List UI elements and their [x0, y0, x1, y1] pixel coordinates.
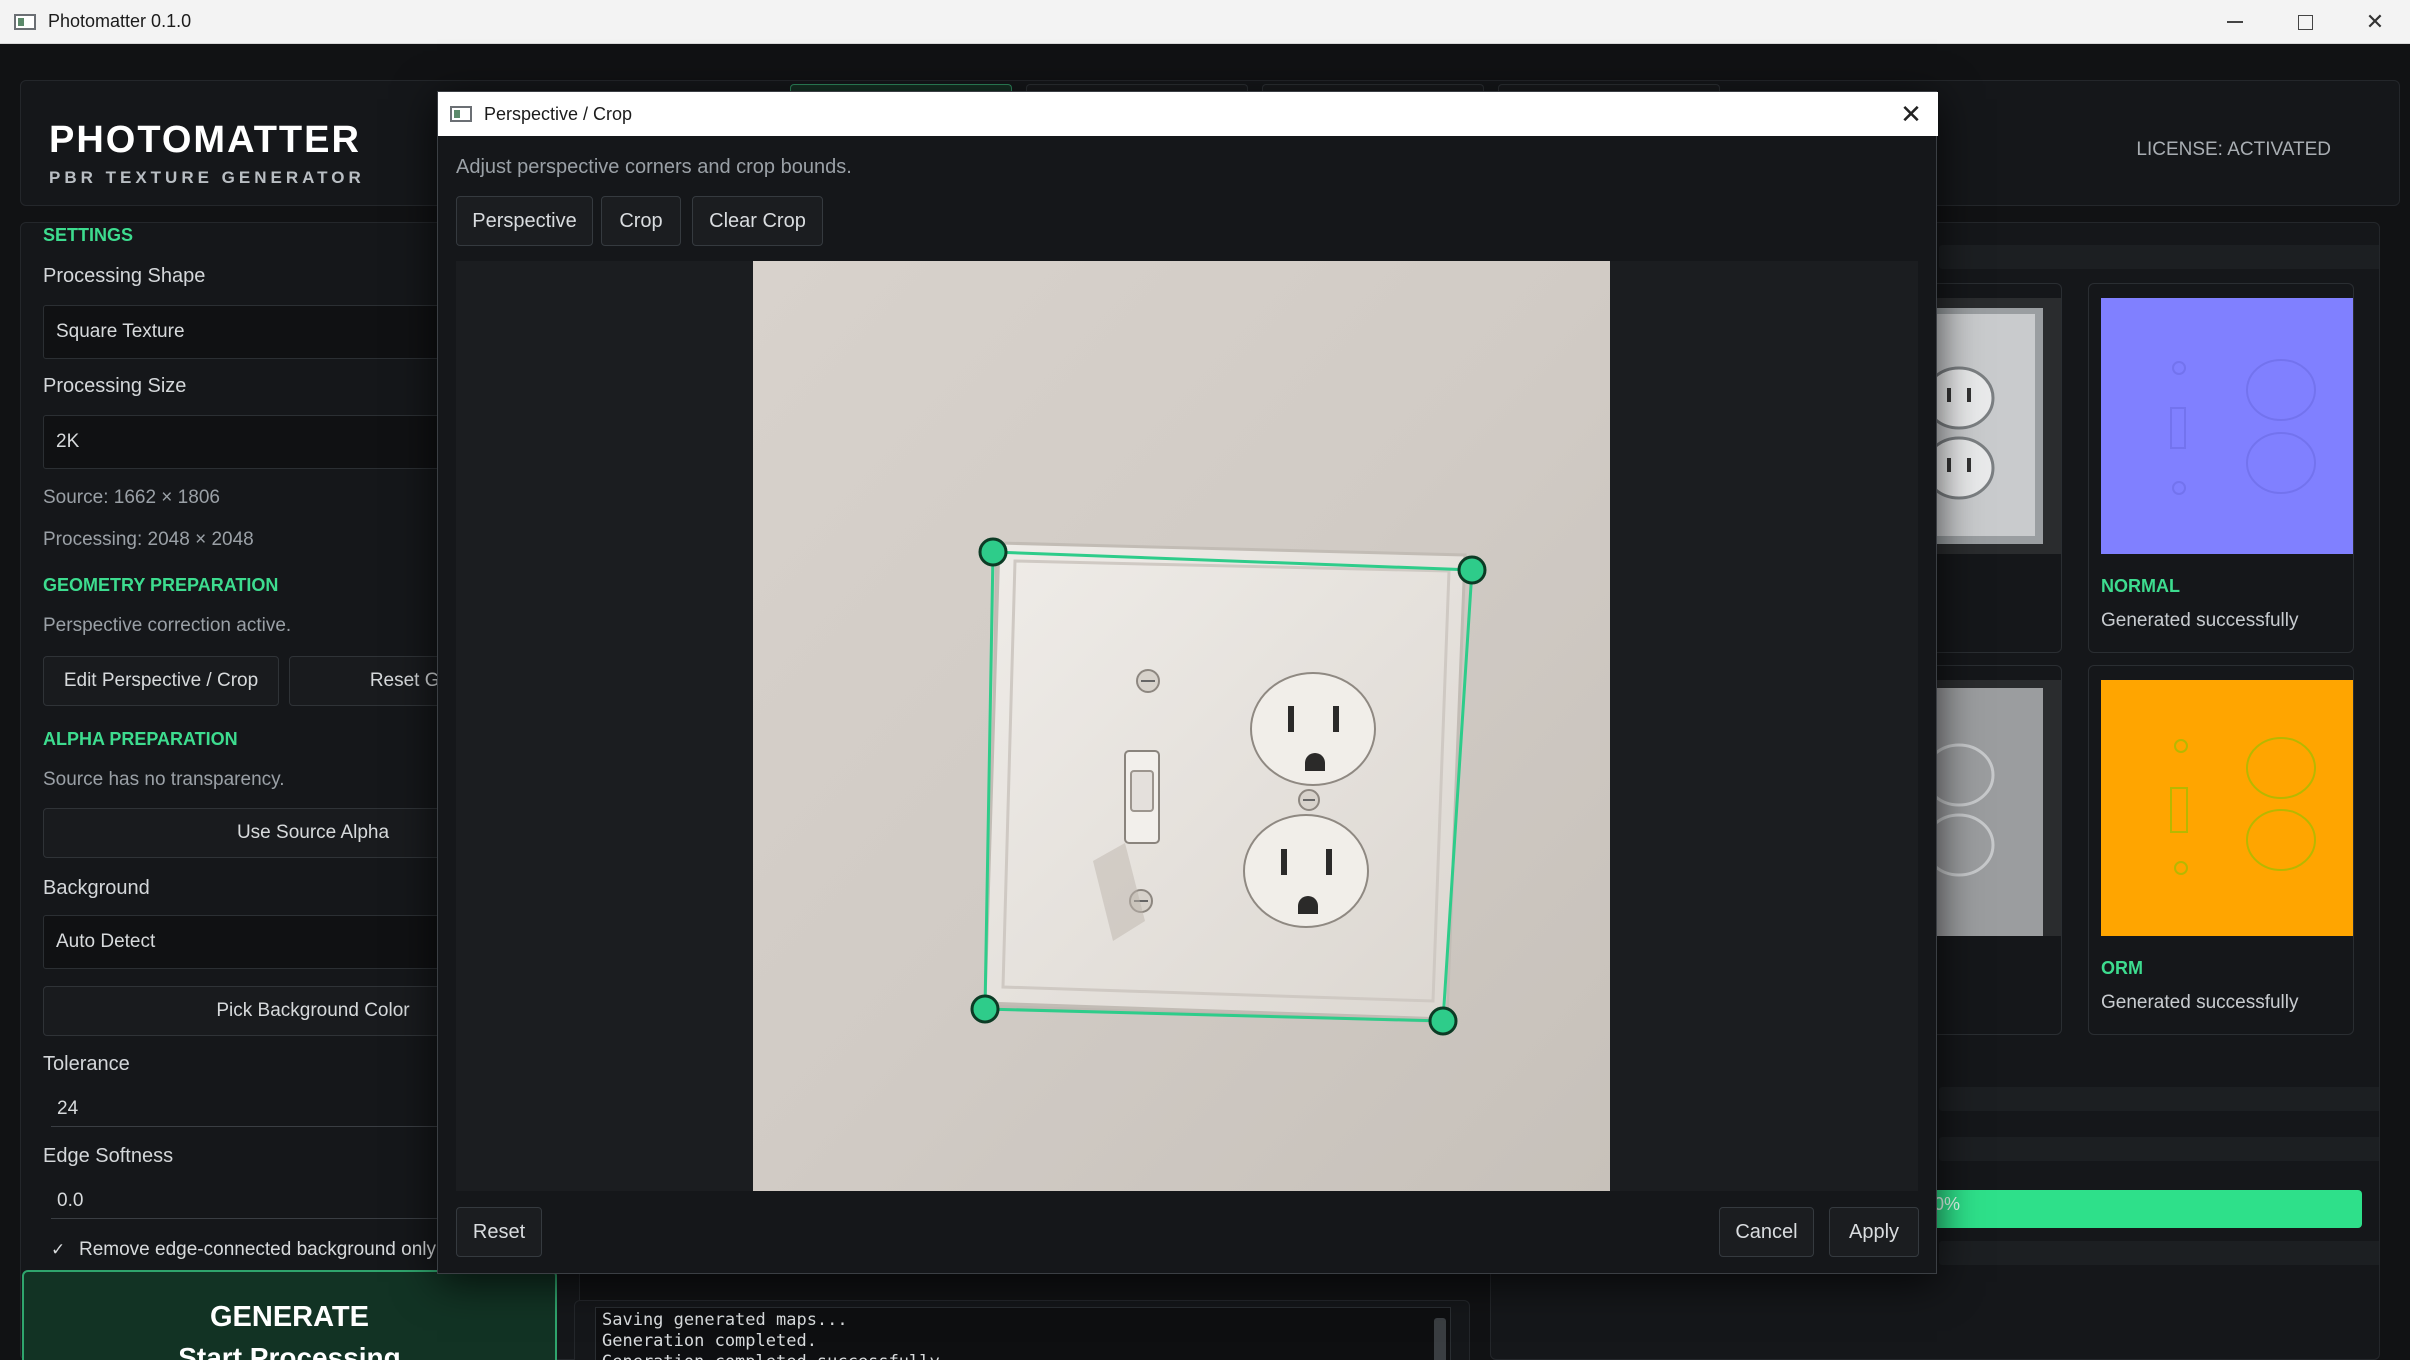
maximize-button[interactable]	[2270, 0, 2340, 44]
corner-handle-bottom-right[interactable]	[1428, 1006, 1458, 1036]
export-row-bar	[1939, 1087, 2379, 1111]
map-status: Generated successfully	[2101, 610, 2299, 631]
alpha-status: Source has no transparency.	[43, 769, 285, 790]
generate-button[interactable]: GENERATE Start Processing	[22, 1270, 557, 1360]
log-output: Saving generated maps... Generation comp…	[595, 1307, 1451, 1360]
map-card-orm[interactable]: ORM Generated successfully	[2088, 665, 2354, 1035]
processing-size-value: 2K	[56, 431, 80, 452]
geometry-status: Perspective correction active.	[43, 615, 292, 636]
window-titlebar: Photomatter 0.1.0 ✕	[0, 0, 2410, 44]
close-window-button[interactable]: ✕	[2340, 0, 2410, 44]
settings-header: SETTINGS	[43, 225, 134, 245]
tolerance-label: Tolerance	[43, 1053, 130, 1075]
close-icon: ✕	[1900, 98, 1922, 129]
apply-button[interactable]: Apply	[1829, 1207, 1919, 1257]
log-line: Generation completed successfully.	[602, 1352, 1444, 1360]
map-card-normal[interactable]: NORMAL Generated successfully	[2088, 283, 2354, 653]
dialog-hint: Adjust perspective corners and crop boun…	[456, 156, 852, 178]
tolerance-value: 24	[57, 1097, 79, 1119]
perspective-button[interactable]: Perspective	[456, 196, 593, 246]
processing-shape-value: Square Texture	[56, 321, 185, 342]
map-status: Generated successfully	[2101, 992, 2299, 1013]
log-scrollbar[interactable]	[1434, 1318, 1446, 1360]
dialog-titlebar: Perspective / Crop ✕	[438, 92, 1938, 136]
alpha-header: ALPHA PREPARATION	[43, 729, 238, 749]
close-icon: ✕	[2365, 9, 2385, 34]
window-title: Photomatter 0.1.0	[48, 11, 192, 31]
geometry-header: GEOMETRY PREPARATION	[43, 575, 279, 595]
minimize-icon	[2227, 21, 2243, 23]
edge-softness-value: 0.0	[57, 1189, 84, 1211]
minimize-button[interactable]	[2200, 0, 2270, 44]
maps-header-bar	[1939, 245, 2379, 269]
log-line: Saving generated maps...	[602, 1310, 848, 1330]
perspective-overlay	[970, 537, 1487, 1036]
log-panel: Saving generated maps... Generation comp…	[574, 1300, 1470, 1360]
brand-title: PHOTOMATTER	[49, 119, 361, 161]
dialog-close-button[interactable]: ✕	[1894, 97, 1928, 131]
app-icon	[450, 106, 472, 122]
clear-crop-button[interactable]: Clear Crop	[692, 196, 823, 246]
start-processing-label: Start Processing	[178, 1341, 401, 1360]
source-photo	[753, 261, 1610, 1191]
checkmark-icon: ✓	[51, 1240, 66, 1259]
remove-edge-checkbox[interactable]: ✓ Remove edge-connected background only	[51, 1239, 436, 1261]
remove-edge-label: Remove edge-connected background only	[79, 1239, 437, 1260]
app-icon	[14, 13, 36, 30]
background-label: Background	[43, 877, 150, 899]
edge-softness-label: Edge Softness	[43, 1145, 174, 1167]
progress-bar	[1932, 1190, 2362, 1228]
cancel-button[interactable]: Cancel	[1719, 1207, 1814, 1257]
window-controls: ✕	[2200, 0, 2410, 44]
dialog-title: Perspective / Crop	[484, 103, 633, 124]
maximize-icon	[2297, 14, 2313, 30]
map-name: NORMAL	[2101, 576, 2180, 596]
generate-label: GENERATE	[210, 1300, 369, 1333]
export-row-bar	[1939, 1241, 2379, 1265]
corner-handle-top-right[interactable]	[1457, 555, 1487, 585]
export-row-bar	[1939, 1137, 2379, 1161]
brand-subtitle: PBR TEXTURE GENERATOR	[49, 168, 365, 187]
license-status: LICENSE: ACTIVATED	[2136, 139, 2331, 160]
background-value: Auto Detect	[56, 931, 156, 952]
crop-button[interactable]: Crop	[601, 196, 681, 246]
orm-map-thumbnail	[2101, 680, 2353, 936]
processing-shape-label: Processing Shape	[43, 265, 206, 287]
normal-map-thumbnail	[2101, 298, 2353, 554]
processing-size-label: Processing Size	[43, 375, 187, 397]
map-name: ORM	[2101, 958, 2143, 978]
corner-handle-top-left[interactable]	[978, 537, 1008, 567]
perspective-crop-dialog: Perspective / Crop ✕ Adjust perspective …	[437, 91, 1938, 1274]
processing-info: Processing: 2048 × 2048	[43, 529, 254, 550]
reset-button[interactable]: Reset	[456, 1207, 542, 1257]
corner-handle-bottom-left[interactable]	[970, 994, 1000, 1024]
editor-canvas[interactable]	[456, 261, 1918, 1191]
source-info: Source: 1662 × 1806	[43, 487, 220, 508]
edit-perspective-button[interactable]: Edit Perspective / Crop	[43, 656, 279, 706]
log-line: Generation completed.	[602, 1331, 817, 1351]
brand: PHOTOMATTER PBR TEXTURE GENERATOR	[49, 119, 365, 188]
